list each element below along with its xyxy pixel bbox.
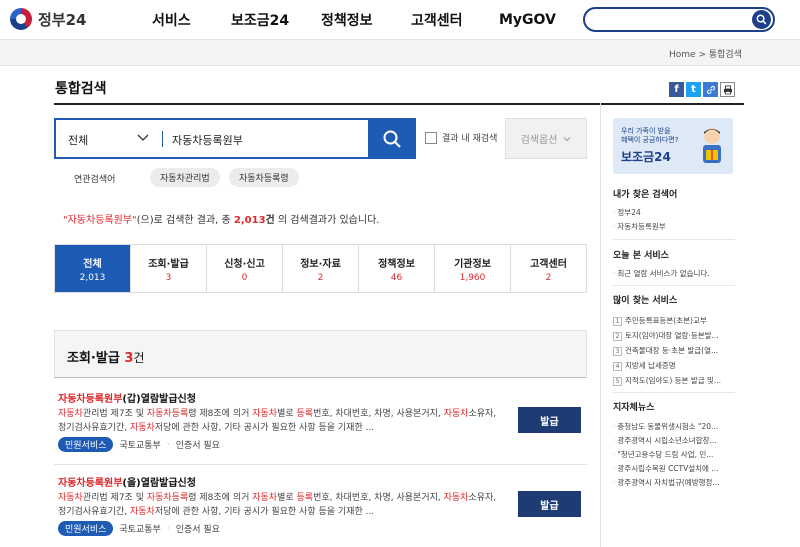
nav-customer-center[interactable]: 고객센터 <box>411 0 463 40</box>
my-search-item[interactable]: · 자동차등록원부 <box>613 221 737 232</box>
breadcrumb-home[interactable]: Home <box>669 50 696 60</box>
result-title[interactable]: 자동차등록원부(갑)열람발급신청 <box>58 390 196 405</box>
site-header: 정부24 서비스 보조금24 정책정보 고객센터 MyGOV <box>0 0 800 40</box>
chevron-down-icon <box>564 136 571 141</box>
category-select[interactable]: 전체 <box>68 132 88 148</box>
search-icon <box>383 130 401 148</box>
popular-item[interactable]: 5 지적도(임야도) 등본 발급 및... <box>613 375 737 386</box>
search-within-label: 결과 내 재검색 <box>442 134 498 144</box>
search-within-checkbox[interactable]: 결과 내 재검색 <box>425 131 497 144</box>
result-org: 국토교통부 <box>119 441 161 451</box>
summary-total: 2,013 <box>233 215 266 226</box>
popular-title: 많이 찾는 서비스 <box>613 296 678 306</box>
nav-subsidy24[interactable]: 보조금24 <box>231 0 289 40</box>
twitter-icon[interactable]: t <box>686 82 701 97</box>
search-bar: 전체 자동차등록원부 <box>54 118 369 159</box>
result-cert: 인증서 필요 <box>175 441 220 451</box>
news-title: 지자체뉴스 <box>613 403 655 413</box>
search-options-label: 검색옵션 <box>520 135 558 146</box>
link-icon[interactable] <box>703 82 718 97</box>
subsidy24-banner[interactable]: 우리 가족이 받을 혜택이 궁금하다면? 보조금24 <box>613 118 733 174</box>
related-keywords-label: 연관검색어 <box>74 175 116 185</box>
sidebar: 우리 가족이 받을 혜택이 궁금하다면? 보조금24 내가 찾은 검색어 · 정부2… <box>600 103 745 547</box>
result-title[interactable]: 자동차등록원부(을)열람발급신청 <box>58 474 196 489</box>
nav-services[interactable]: 서비스 <box>152 0 191 40</box>
search-options-button[interactable]: 검색옵션 <box>505 118 587 159</box>
checkbox-icon[interactable] <box>425 131 437 144</box>
divider <box>613 239 735 240</box>
my-search-item[interactable]: · 정부24 <box>613 207 737 218</box>
gov-emblem-icon <box>10 8 32 30</box>
popular-item[interactable]: 2 토지(임야)대장 열람·등본발... <box>613 330 737 341</box>
chevron-down-icon[interactable] <box>136 130 150 144</box>
tab-all[interactable]: 전체 2,013 <box>55 245 130 292</box>
result-cert: 인증서 필요 <box>175 525 220 535</box>
tab-policy-info[interactable]: 정책정보 46 <box>358 245 434 292</box>
result-description: 자동차관리법 제7조 및 자동차등록령 제8조에 의거 자동차별로 등록번호, … <box>58 493 497 517</box>
banner-title: 보조금24 <box>621 150 671 164</box>
page-title: 통합검색 <box>55 81 107 97</box>
my-search-title: 내가 찾은 검색어 <box>613 190 678 200</box>
news-item[interactable]: · "청년고용수당 드림 사업, 민... <box>613 449 737 460</box>
popular-item[interactable]: 4 지방세 납세증명 <box>613 360 737 371</box>
popular-item[interactable]: 3 건축물대장 등·초본 발급(열... <box>613 345 737 356</box>
tab-application-report[interactable]: 신청·신고 0 <box>206 245 282 292</box>
tab-customer-center[interactable]: 고객센터 2 <box>510 245 586 292</box>
breadcrumb-separator: > <box>698 50 706 60</box>
tab-info-data[interactable]: 정보·자료 2 <box>282 245 358 292</box>
service-badge: 민원서비스 <box>58 437 114 452</box>
search-input[interactable]: 자동차등록원부 <box>172 132 243 148</box>
related-tag[interactable]: 자동차등록령 <box>229 168 299 187</box>
search-divider <box>162 131 163 147</box>
news-item[interactable]: · 광주광역시 자치법규(예방행정... <box>613 477 737 488</box>
search-icon <box>756 14 767 25</box>
result-meta: 민원서비스 국토교통부 · 인증서 필요 <box>58 521 220 536</box>
nav-policy-info[interactable]: 정책정보 <box>321 0 373 40</box>
news-item[interactable]: · 광주시립수목원 CCTV설치에 ... <box>613 463 737 474</box>
mascot-icon <box>703 128 721 163</box>
divider <box>613 392 735 393</box>
divider <box>54 464 587 465</box>
tab-agency-info[interactable]: 기관정보 1,960 <box>434 245 510 292</box>
header-search-button[interactable] <box>752 10 771 29</box>
summary-query: "자동차등록원부" <box>63 215 137 226</box>
breadcrumb-bar: Home > 통합검색 <box>0 40 800 66</box>
section-header: 조회·발급 3건 <box>54 330 587 378</box>
tab-inquiry-issue[interactable]: 조회·발급 3 <box>130 245 206 292</box>
header-search-input[interactable] <box>583 7 775 32</box>
breadcrumb-current: 통합검색 <box>708 50 742 60</box>
result-tabs: 전체 2,013 조회·발급 3 신청·신고 0 정보·자료 2 정책정보 46 기관정보… <box>54 244 587 293</box>
share-tools: f t <box>669 82 735 97</box>
issue-button[interactable]: 발급 <box>518 407 581 433</box>
logo-text: 정부24 <box>38 10 87 29</box>
banner-text: 우리 가족이 받을 혜택이 궁금하다면? <box>621 127 679 144</box>
news-item[interactable]: · 광주광역시 시립소년소녀합창... <box>613 435 737 446</box>
result-description: 자동차관리법 제7조 및 자동차등록령 제8조에 의거 자동차별로 등록번호, … <box>58 409 497 433</box>
site-logo[interactable]: 정부24 <box>10 8 86 30</box>
popular-item[interactable]: 1 주민등록표등본(초본)교부 <box>613 315 737 326</box>
service-badge: 민원서비스 <box>58 521 114 536</box>
print-icon[interactable] <box>720 82 735 97</box>
result-org: 국토교통부 <box>119 525 161 535</box>
breadcrumb: Home > 통합검색 <box>669 47 742 60</box>
result-meta: 민원서비스 국토교통부 · 인증서 필요 <box>58 437 220 452</box>
divider <box>613 285 735 286</box>
section-title: 조회·발급 3건 <box>67 351 145 366</box>
today-title: 오늘 본 서비스 <box>613 251 669 261</box>
nav-mygov[interactable]: MyGOV <box>499 0 556 40</box>
news-item[interactable]: · 충청남도 동물위생시험소 "20... <box>613 421 737 432</box>
facebook-icon[interactable]: f <box>669 82 684 97</box>
related-tag[interactable]: 자동차관리법 <box>150 168 220 187</box>
issue-button[interactable]: 발급 <box>518 491 581 517</box>
result-summary: "자동차등록원부"(으)로 검색한 결과, 총 2,013건 의 검색결과가 있… <box>63 215 380 226</box>
search-button[interactable] <box>368 118 416 159</box>
today-empty: · 최근 열람 서비스가 없습니다. <box>613 269 710 278</box>
